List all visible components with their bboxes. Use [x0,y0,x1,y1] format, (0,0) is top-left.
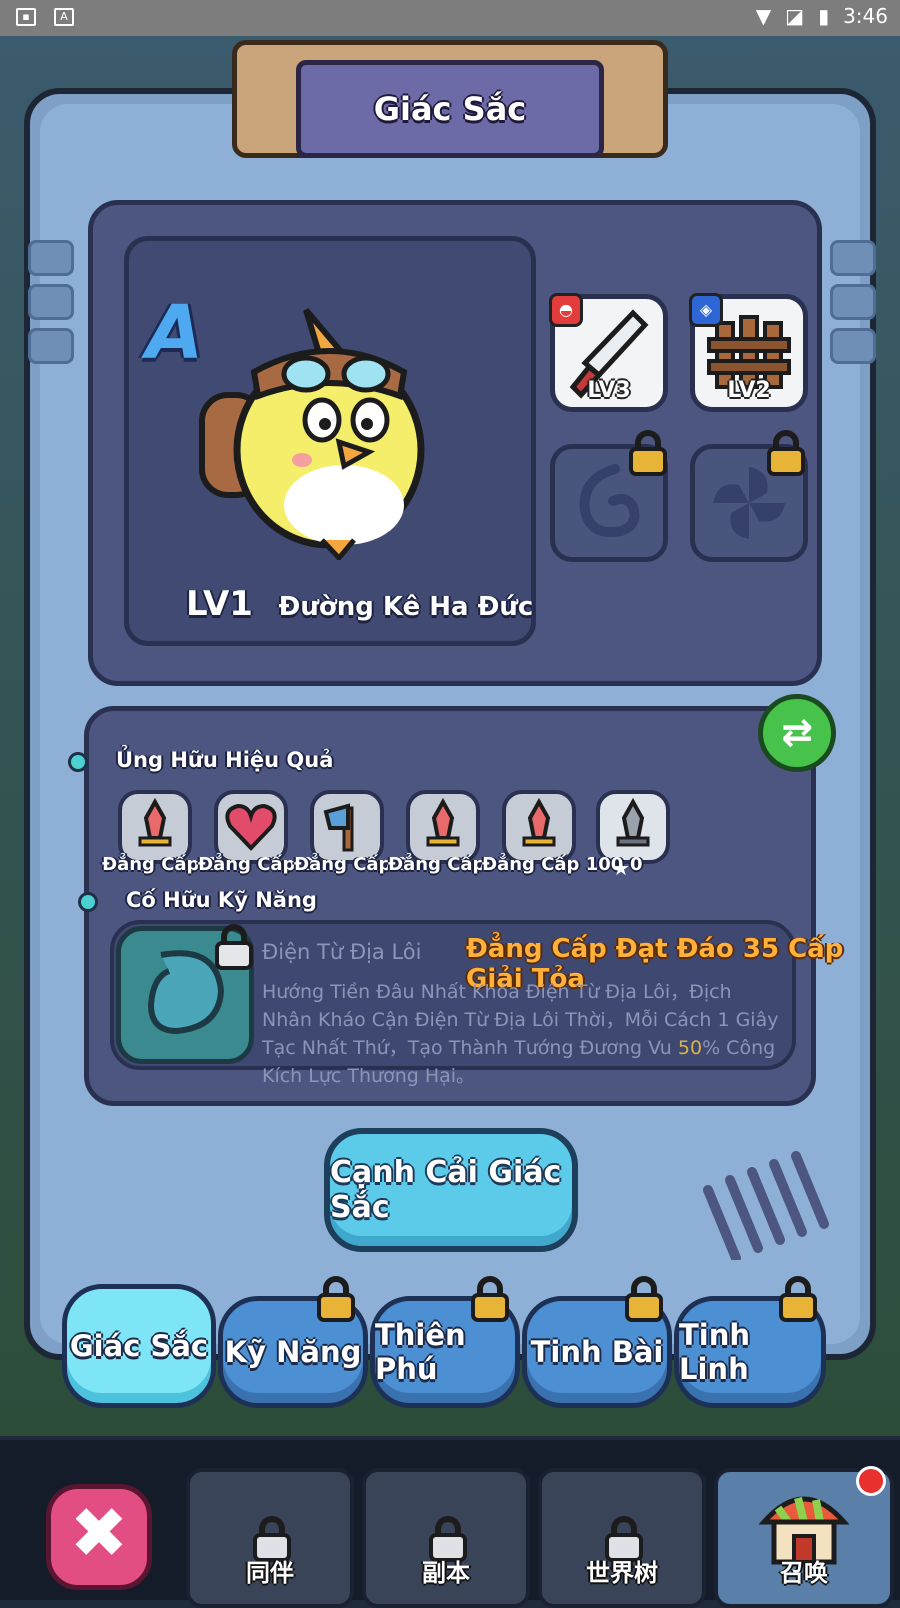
decorative-stripes [703,1151,829,1260]
sword-icon [138,797,172,847]
sword-icon [426,797,460,847]
equip-slot-weapon[interactable]: ◓ LV3 [549,293,668,412]
axe-icon [323,803,354,852]
nav-label: 世界树 [586,1559,658,1587]
panel-side-tab [28,328,74,364]
tab-label: Tinh Bài [530,1335,664,1369]
bullet-dot [78,892,98,912]
buff-slot[interactable] [406,790,480,864]
panel-side-tab [28,240,74,276]
character-name: Đường Kê Ha Đức [278,592,534,622]
buff-slot[interactable] [118,790,192,864]
nav-world-tree[interactable]: 世界树 [538,1468,706,1608]
wifi-icon: ▼ [755,4,772,28]
panel-side-tab [28,284,74,320]
star-icon: ★ [612,856,630,880]
skill-description: Hướng Tiền Đâu Nhất Khỏa Điện Từ Địa Lôi… [262,978,786,1090]
equip-level: LV2 [727,378,771,403]
swap-arrows-icon: ⇄ [781,710,813,754]
close-icon: ✖ [69,1492,129,1574]
effects-section-title: Ủng Hữu Hiệu Quả [116,748,334,772]
lock-icon [317,1276,355,1322]
silver-sword-icon [616,797,650,847]
page-title: Giác Sắc [296,60,604,158]
upgrade-character-button[interactable]: Cạnh Cải Giác Sắc [324,1128,578,1252]
no-sim-icon: ◪ [785,4,805,28]
nav-dungeon[interactable]: 副本 [362,1468,530,1608]
skill-desc-value: 50 [677,1037,703,1059]
bullet-dot [68,752,88,772]
status-bar: ▪ A ▼ ◪ ▮ 3:46 [0,0,900,36]
lock-icon [779,1276,817,1322]
skill-section-title: Cố Hữu Kỹ Năng [126,888,317,912]
refresh-button[interactable]: ⇄ [758,694,836,772]
image-icon: ▪ [16,8,36,26]
skill-name: Điện Từ Địa Lôi [262,940,422,964]
chicken-character-icon [199,308,425,560]
clock: 3:46 [843,4,888,28]
close-button[interactable]: ✖ [46,1484,152,1590]
category-tabbar: Giác Sắc Kỹ Năng Thiên Phú Tinh Bài Tinh… [62,1284,842,1416]
tab-label: Kỹ Năng [224,1335,362,1369]
tab-character[interactable]: Giác Sắc [62,1284,216,1408]
upgrade-button-label: Cạnh Cải Giác Sắc [330,1155,562,1225]
buff-label: Đẳng Cấp [388,854,486,875]
lock-icon [625,1276,663,1322]
panel-side-tab [830,328,876,364]
lock-icon [215,924,253,970]
tab-label: Giác Sắc [69,1329,209,1363]
buff-slot[interactable] [214,790,288,864]
sword-icon [522,797,556,847]
nav-companions[interactable]: 同伴 [186,1468,354,1608]
buff-slot[interactable] [310,790,384,864]
heart-icon [225,803,277,851]
panel-side-tab [830,284,876,320]
lock-icon [629,430,667,476]
nav-label: 召唤 [780,1559,828,1587]
nav-label: 副本 [422,1559,470,1587]
text-icon: A [54,8,74,26]
battery-charging-icon: ▮ [818,4,830,28]
buff-slot[interactable] [596,790,670,864]
tab-label: Tinh Linh [679,1318,751,1386]
equip-level: LV3 [587,378,631,403]
lock-icon [471,1276,509,1322]
character-level: LV1 [186,584,253,624]
buff-label: Đẳng Cấp 100 [482,854,624,875]
tab-label: Thiên Phú [375,1318,466,1386]
panel-side-tab [830,240,876,276]
lock-icon [767,430,805,476]
bell-icon: ◓ [549,293,583,327]
character-name-row: LV1 Đường Kê Ha Đức [186,584,533,624]
buff-label: 0 [630,854,643,875]
nav-label: 同伴 [246,1559,294,1587]
shield-icon: ◈ [689,293,723,327]
equip-slot-armor[interactable]: ◈ LV2 [689,293,808,412]
buff-slot[interactable] [502,790,576,864]
notification-dot [856,1466,886,1496]
